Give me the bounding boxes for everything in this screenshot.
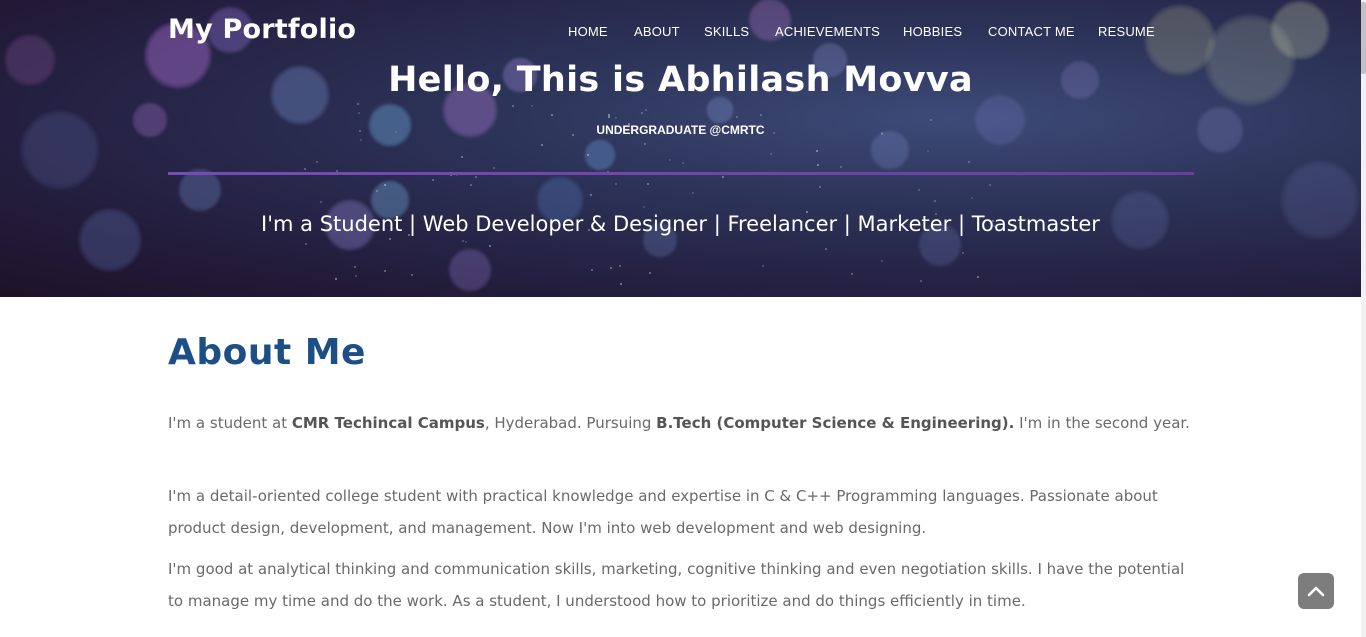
bokeh-circle	[448, 248, 492, 292]
chevron-up-icon	[1307, 586, 1325, 597]
sparkle-dot	[587, 154, 589, 156]
sparkle-dot	[376, 190, 378, 192]
about-p1-text-3: I'm in the second year.	[1014, 414, 1190, 432]
sparkle-dot	[462, 240, 464, 242]
sparkle-dot	[989, 184, 991, 186]
sparkle-dot	[971, 197, 973, 199]
sparkle-dot	[816, 150, 818, 152]
sparkle-dot	[817, 164, 819, 166]
sparkle-dot	[977, 276, 979, 278]
sparkle-dot	[722, 176, 724, 178]
hero-banner: My Portfolio HOME ABOUT SKILLS ACHIEVEME…	[0, 0, 1361, 297]
sparkle-dot	[384, 270, 386, 272]
sparkle-dot	[760, 114, 762, 116]
sparkle-dot	[645, 109, 647, 111]
nav-resume[interactable]: RESUME	[1098, 24, 1155, 39]
about-p1-text-2: , Hyderabad. Pursuing	[484, 414, 657, 432]
nav-skills[interactable]: SKILLS	[704, 24, 749, 39]
sparkle-dot	[669, 159, 671, 161]
sparkle-dot	[736, 116, 738, 118]
sparkle-dot	[389, 238, 391, 240]
sparkle-dot	[649, 272, 651, 274]
sparkle-dot	[682, 162, 684, 164]
sparkle-dot	[610, 267, 612, 269]
sparkle-dot	[881, 260, 883, 262]
nav-contact-me[interactable]: CONTACT ME	[988, 24, 1075, 39]
sparkle-dot	[358, 112, 360, 114]
college-name: CMR Techincal Campus	[291, 414, 485, 432]
sparkle-dot	[470, 184, 472, 186]
sparkle-dot	[475, 176, 477, 178]
sparkle-dot	[927, 150, 929, 152]
hero-divider	[168, 172, 1194, 175]
sparkle-dot	[316, 161, 318, 163]
sparkle-dot	[692, 192, 694, 194]
sparkle-dot	[590, 194, 592, 196]
sparkle-dot	[930, 119, 932, 121]
sparkle-dot	[920, 280, 922, 282]
degree-name: B.Tech (Computer Science & Engineering).	[656, 414, 1015, 432]
sparkle-dot	[962, 252, 964, 254]
sparkle-dot	[304, 168, 306, 170]
bokeh-circle	[20, 110, 100, 190]
brand-logo[interactable]: My Portfolio	[168, 14, 356, 45]
sparkle-dot	[615, 183, 617, 185]
back-to-top-button[interactable]	[1298, 573, 1334, 609]
sparkle-dot	[591, 269, 593, 271]
sparkle-dot	[615, 117, 617, 119]
sparkle-dot	[762, 265, 764, 267]
sparkle-dot	[465, 241, 467, 243]
nav-home[interactable]: HOME	[568, 24, 608, 39]
sparkle-dot	[355, 275, 357, 277]
about-p1-text-1: I'm a student at	[168, 414, 292, 432]
sparkle-dot	[493, 167, 495, 169]
sparkle-dot	[489, 245, 491, 247]
sparkle-dot	[461, 156, 463, 158]
sparkle-dot	[320, 201, 322, 203]
sparkle-dot	[357, 103, 359, 105]
nav-about[interactable]: ABOUT	[634, 24, 680, 39]
sparkle-dot	[918, 189, 920, 191]
hero-subtitle: UNDERGRADUATE @CMRTC	[596, 123, 765, 137]
page-scrollbar[interactable]	[1361, 0, 1366, 637]
sparkle-dot	[608, 114, 610, 116]
sparkle-dot	[432, 179, 434, 181]
sparkle-dot	[512, 105, 514, 107]
sparkle-dot	[641, 112, 643, 114]
bokeh-circle	[1270, 0, 1330, 60]
sparkle-dot	[384, 184, 386, 186]
sparkle-dot	[531, 105, 533, 107]
sparkle-dot	[541, 144, 543, 146]
sparkle-dot	[934, 200, 936, 202]
bokeh-circle	[974, 94, 1026, 146]
sparkle-dot	[620, 283, 622, 285]
nav-hobbies[interactable]: HOBBIES	[903, 24, 962, 39]
sparkle-dot	[968, 161, 970, 163]
sparkle-dot	[819, 186, 821, 188]
sparkle-dot	[360, 139, 362, 141]
sparkle-dot	[551, 114, 553, 116]
sparkle-dot	[335, 278, 337, 280]
sparkle-dot	[608, 116, 610, 118]
sparkle-dot	[770, 153, 772, 155]
about-heading: About Me	[168, 332, 366, 373]
hero-tagline: I'm a Student | Web Developer & Designer…	[261, 212, 1100, 236]
sparkle-dot	[643, 206, 645, 208]
hero-title: Hello, This is Abhilash Movva	[388, 60, 973, 100]
sparkle-dot	[619, 265, 621, 267]
sparkle-dot	[825, 248, 827, 250]
about-paragraph-skills: I'm a detail-oriented college student wi…	[168, 487, 1158, 537]
sparkle-dot	[411, 274, 413, 276]
sparkle-dot	[851, 273, 853, 275]
bokeh-circle	[706, 96, 734, 124]
sparkle-dot	[354, 266, 356, 268]
about-paragraph-strengths: I'm good at analytical thinking and comm…	[168, 560, 1185, 610]
sparkle-dot	[644, 143, 646, 145]
sparkle-dot	[840, 166, 842, 168]
nav-achievements[interactable]: ACHIEVEMENTS	[775, 24, 880, 39]
scrollbar-thumb[interactable]	[1361, 2, 1366, 74]
about-paragraph-education: I'm a student at CMR Techincal Campus, H…	[168, 407, 1198, 439]
sparkle-dot	[647, 183, 649, 185]
sparkle-dot	[305, 243, 307, 245]
